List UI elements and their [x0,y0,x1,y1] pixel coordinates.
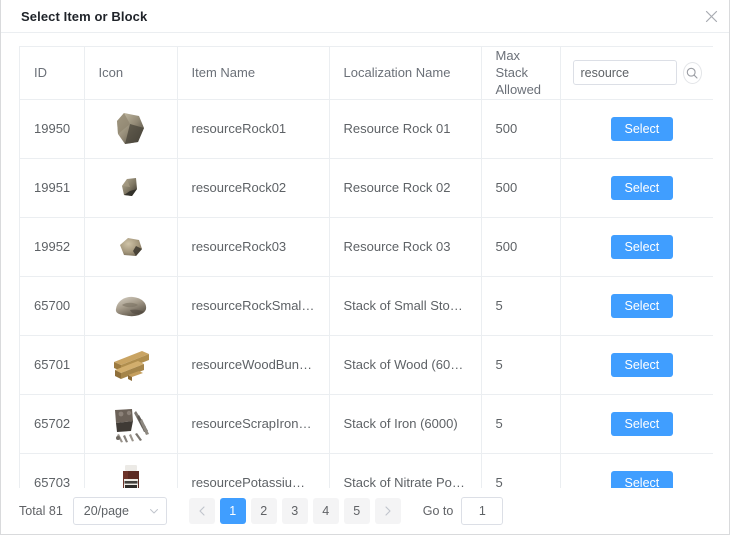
cell-id: 65701 [20,335,85,395]
stone-bundle-icon [108,283,154,329]
cell-action: Select [560,276,713,336]
table-row[interactable]: 65700 resourceRockSmallB Stack of Small … [20,276,713,336]
table-body: 19950 resourceRock01 Resource Rock 01 50… [20,99,713,488]
cell-action: Select [560,335,713,395]
page-button-3[interactable]: 3 [281,498,308,524]
cell-max-stack: 5 [481,335,561,395]
go-to-label: Go to [422,504,454,518]
table-header-row: ID Icon Item Name Localization Name Max … [20,47,713,100]
cell-action: Select [560,158,713,218]
cell-item-name: resourcePotassiumNitrateP... [177,453,330,488]
cell-id: 19951 [20,158,85,218]
cell-icon [84,158,178,218]
column-header-localization-name: Localization Name [329,47,482,100]
table-row[interactable]: 19950 resourceRock01 Resource Rock 01 50… [20,99,713,159]
cell-id: 65703 [20,453,85,488]
prev-page-button[interactable] [188,498,215,524]
cell-max-stack: 5 [481,453,561,488]
cell-id: 19952 [20,217,85,277]
select-button[interactable]: Select [610,470,674,488]
table-row[interactable]: 65702 resourceScrapIronBu Stack of Iron … [20,394,713,454]
cell-max-stack: 500 [481,217,561,277]
items-table-container: ID Icon Item Name Localization Name Max … [19,46,713,488]
next-page-button[interactable] [374,498,401,524]
page-button-5[interactable]: 5 [343,498,370,524]
cell-id: 19950 [20,99,85,159]
table-row[interactable]: 19951 resourceRock02 Resource Rock 02 50… [20,158,713,218]
search-input[interactable] [572,60,677,86]
nitrate-jar-icon [108,460,154,488]
cell-item-name: resourceWoodBundle [177,335,330,395]
cell-localization-name: Stack of Nitrate Powder (60... [329,453,482,488]
wood-planks-icon [108,342,154,388]
cell-max-stack: 5 [481,276,561,336]
table-row[interactable]: 19952 resourceRock03 Resource Rock 03 50… [20,217,713,277]
column-header-item-name: Item Name [177,47,330,100]
rock-small-dark-icon [108,165,154,211]
select-button[interactable]: Select [610,175,674,200]
page-button-2[interactable]: 2 [250,498,277,524]
column-header-search [560,47,713,100]
cell-localization-name: Resource Rock 03 [329,217,482,277]
cell-localization-name: Resource Rock 02 [329,158,482,218]
cell-icon [84,335,178,395]
cell-max-stack: 500 [481,158,561,218]
cell-localization-name: Stack of Wood (6000) [329,335,482,395]
page-jump: Go to [423,497,504,525]
page-buttons: 1 2 3 4 5 [188,498,401,524]
cell-icon [84,99,178,159]
cell-id: 65702 [20,394,85,454]
rock-round-tan-icon [108,224,154,270]
column-header-id: ID [20,47,85,100]
cell-icon [84,276,178,336]
cell-max-stack: 5 [481,394,561,454]
cell-icon [84,394,178,454]
table-row[interactable]: 65703 resourcePotassiumNi Stack of Nitra… [20,453,713,488]
cell-icon [84,217,178,277]
go-to-input[interactable] [461,497,504,525]
dialog-title: Select Item or Block [21,8,148,24]
cell-localization-name: Stack of Iron (6000) [329,394,482,454]
select-button[interactable]: Select [610,234,674,259]
cell-action: Select [560,217,713,277]
page-size-input[interactable] [72,497,167,525]
cell-item-name: resourceRock03 [177,217,330,277]
search-box [572,60,702,86]
page-button-1[interactable]: 1 [219,498,246,524]
select-button[interactable]: Select [610,293,674,318]
select-item-dialog: Select Item or Block ID Icon Item Name L… [0,0,730,535]
max-stack-line-2: Allowed [495,82,542,98]
select-button[interactable]: Select [610,352,674,377]
dialog-header: Select Item or Block [1,0,729,33]
rock-chunk-dark-icon [108,106,154,152]
pagination-bar: Total 81 1 2 3 4 5 [1,488,729,534]
search-icon[interactable] [682,61,702,84]
page-button-4[interactable]: 4 [312,498,339,524]
max-stack-line-1: Max Stack [495,48,529,81]
total-count-label: Total 81 [19,504,63,518]
select-button[interactable]: Select [610,116,674,141]
column-header-max-stack-allowed: Max Stack Allowed [481,47,561,100]
cell-action: Select [560,453,713,488]
dialog-body: ID Icon Item Name Localization Name Max … [1,33,729,488]
scrap-iron-icon [108,401,154,447]
cell-localization-name: Stack of Small Stone (6000) [329,276,482,336]
cell-item-name: resourceRockSmallBundle [177,276,330,336]
page-size-select[interactable] [72,497,167,525]
column-header-icon: Icon [84,47,178,100]
cell-item-name: resourceRock02 [177,158,330,218]
items-table: ID Icon Item Name Localization Name Max … [20,47,713,488]
cell-id: 65700 [20,276,85,336]
select-button[interactable]: Select [610,411,674,436]
close-icon[interactable] [702,7,720,25]
cell-item-name: resourceScrapIronBundle [177,394,330,454]
cell-icon [84,453,178,488]
table-row[interactable]: 65701 resourceWoodBundle Stack of Wood (… [20,335,713,395]
cell-max-stack: 500 [481,99,561,159]
cell-item-name: resourceRock01 [177,99,330,159]
cell-localization-name: Resource Rock 01 [329,99,482,159]
cell-action: Select [560,394,713,454]
cell-action: Select [560,99,713,159]
